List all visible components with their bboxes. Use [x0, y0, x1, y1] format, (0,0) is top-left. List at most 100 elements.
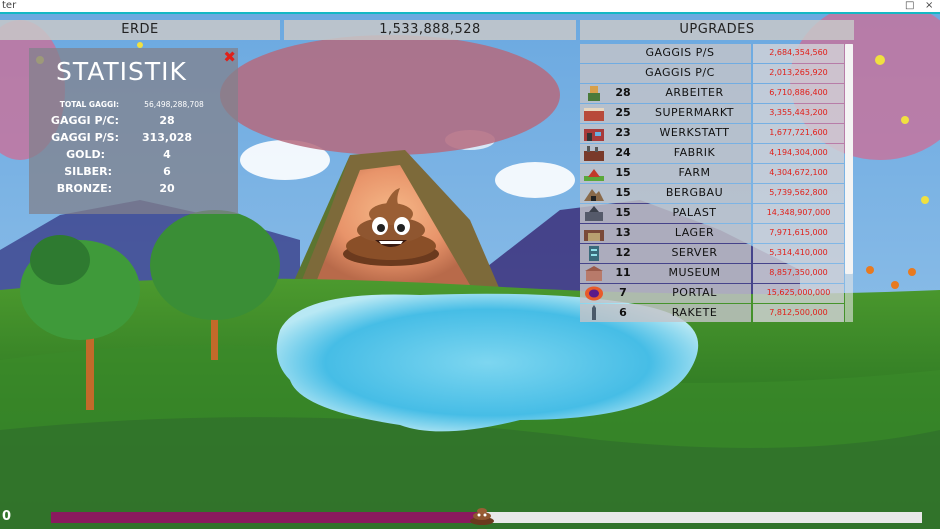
- upgrade-count: 12: [615, 246, 631, 259]
- upgrade-row-palast[interactable]: 15 PALAST 14,348,907,000: [580, 204, 844, 223]
- warehouse-icon: [584, 230, 604, 241]
- upgrade-cost: 3,355,443,200: [769, 108, 828, 117]
- upgrade-cost: 4,194,304,000: [769, 148, 828, 157]
- upgrade-cost: 7,812,500,000: [769, 308, 828, 317]
- stat-value: 20: [159, 182, 175, 195]
- upgrade-name: LAGER: [674, 226, 715, 239]
- poop-clicker-button[interactable]: [340, 186, 442, 266]
- window-title-bar: ter □ ×: [0, 0, 940, 14]
- upgrade-count: 15: [615, 186, 631, 199]
- upgrade-cost: 2,684,354,560: [769, 48, 828, 57]
- upgrade-cost: 14,348,907,000: [766, 208, 831, 217]
- stat-row-bronze: BRONZE: 20: [29, 182, 238, 198]
- upgrade-count: 7: [619, 286, 627, 299]
- upgrade-name: FARM: [678, 166, 711, 179]
- upgrade-cost: 7,971,615,000: [769, 228, 828, 237]
- world-label: ERDE: [0, 20, 280, 40]
- upgrades-header: UPGRADES: [580, 20, 854, 40]
- upgrade-name: PORTAL: [672, 286, 717, 299]
- window-title: ter: [2, 0, 17, 11]
- stat-label: GAGGI P/S:: [51, 131, 119, 144]
- server-icon: [589, 246, 599, 261]
- stat-value: 28: [159, 114, 175, 127]
- upgrade-cost: 15,625,000,000: [766, 288, 831, 297]
- stat-value: 4: [163, 148, 171, 161]
- upgrade-name: SERVER: [671, 246, 718, 259]
- upgrade-row-werkstatt[interactable]: 23 WERKSTATT 1,677,721,600: [580, 124, 844, 143]
- museum-icon: [585, 266, 603, 281]
- upgrade-cost: 6,710,886,400: [769, 88, 828, 97]
- upgrade-name: SUPERMARKT: [655, 106, 734, 119]
- upgrade-row-farm[interactable]: 15 FARM 4,304,672,100: [580, 164, 844, 183]
- upgrades-scroll-thumb[interactable]: [845, 44, 853, 274]
- upgrade-cost: 5,739,562,800: [769, 188, 828, 197]
- stat-label: BRONZE:: [56, 182, 112, 195]
- upgrade-count: 15: [615, 166, 631, 179]
- stat-row-gaggi-ps: GAGGI P/S: 313,028: [29, 131, 238, 147]
- workshop-icon: [584, 129, 604, 141]
- upgrade-cost: 1,677,721,600: [769, 128, 828, 137]
- stat-row-total-gaggi: TOTAL GAGGI: 56,498,288,708: [29, 98, 238, 114]
- progress-bar-fill: [51, 512, 484, 523]
- rocket-icon: [592, 305, 596, 320]
- upgrade-row-gaggis-pc[interactable]: GAGGIS P/C 2,013,265,920: [580, 64, 844, 83]
- gaggi-total-counter: 1,533,888,528: [284, 20, 576, 40]
- stat-label: GAGGI P/C:: [50, 114, 119, 127]
- stat-label: TOTAL GAGGI:: [59, 100, 119, 109]
- worker-icon: [588, 86, 600, 101]
- stat-row-silber: SILBER: 6: [29, 165, 238, 181]
- upgrade-name: WERKSTATT: [659, 126, 730, 139]
- supermarket-icon: [584, 108, 604, 121]
- upgrade-name: BERGBAU: [665, 186, 724, 199]
- mine-icon: [584, 189, 604, 201]
- upgrade-name: GAGGIS P/S: [645, 46, 715, 59]
- palace-icon: [585, 206, 603, 221]
- upgrade-row-portal[interactable]: 7 PORTAL 15,625,000,000: [580, 284, 844, 303]
- factory-icon: [584, 146, 604, 161]
- stat-label: SILBER:: [64, 165, 112, 178]
- stat-value: 313,028: [141, 131, 193, 144]
- upgrade-row-bergbau[interactable]: 15 BERGBAU 5,739,562,800: [580, 184, 844, 203]
- upgrade-cost: 5,314,410,000: [769, 248, 828, 257]
- maximize-button[interactable]: □: [905, 0, 914, 12]
- upgrades-scrollbar[interactable]: [845, 44, 853, 322]
- window-close-button[interactable]: ×: [925, 0, 933, 12]
- upgrade-count: 15: [615, 206, 631, 219]
- upgrade-count: 6: [619, 306, 627, 319]
- poop-progress-icon: [469, 508, 494, 525]
- upgrade-name: ARBEITER: [665, 86, 724, 99]
- upgrade-cost: 2,013,265,920: [769, 68, 828, 77]
- upgrade-count: 13: [615, 226, 631, 239]
- upgrade-row-fabrik[interactable]: 24 FABRIK 4,194,304,000: [580, 144, 844, 163]
- upgrade-name: MUSEUM: [668, 266, 721, 279]
- upgrade-count: 25: [615, 106, 631, 119]
- upgrade-cost: 4,304,672,100: [769, 168, 828, 177]
- upgrade-count: 23: [615, 126, 631, 139]
- upgrade-name: FABRIK: [673, 146, 716, 159]
- stats-title: STATISTIK: [56, 57, 187, 86]
- upgrade-row-gaggis-ps[interactable]: GAGGIS P/S 2,684,354,560: [580, 44, 844, 63]
- upgrade-row-museum[interactable]: 11 MUSEUM 8,857,350,000: [580, 264, 844, 283]
- upgrade-row-rakete[interactable]: 6 RAKETE 7,812,500,000: [580, 304, 844, 322]
- upgrade-count: 11: [615, 266, 631, 279]
- upgrade-name: GAGGIS P/C: [645, 66, 715, 79]
- upgrade-name: RAKETE: [671, 306, 718, 319]
- statistics-panel: STATISTIK ✖ TOTAL GAGGI: 56,498,288,708 …: [29, 48, 238, 214]
- stats-close-icon[interactable]: ✖: [223, 48, 236, 66]
- farm-icon: [584, 169, 604, 181]
- stat-label: GOLD:: [66, 148, 105, 161]
- upgrade-row-lager[interactable]: 13 LAGER 7,971,615,000: [580, 224, 844, 243]
- stat-value: 6: [163, 165, 171, 178]
- stat-row-gold: GOLD: 4: [29, 148, 238, 164]
- portal-icon: [585, 286, 603, 301]
- upgrade-row-arbeiter[interactable]: 28 ARBEITER 6,710,886,400: [580, 84, 844, 103]
- stat-row-gaggi-pc: GAGGI P/C: 28: [29, 114, 238, 130]
- upgrades-panel: GAGGIS P/S 2,684,354,560 GAGGIS P/C 2,01…: [580, 44, 854, 322]
- upgrade-cost: 8,857,350,000: [769, 268, 828, 277]
- upgrade-row-server[interactable]: 12 SERVER 5,314,410,000: [580, 244, 844, 263]
- upgrade-count: 28: [615, 86, 631, 99]
- stat-value: 56,498,288,708: [144, 100, 204, 109]
- progress-value-label: 0: [2, 509, 12, 524]
- upgrade-row-supermarkt[interactable]: 25 SUPERMARKT 3,355,443,200: [580, 104, 844, 123]
- upgrade-count: 24: [615, 146, 631, 159]
